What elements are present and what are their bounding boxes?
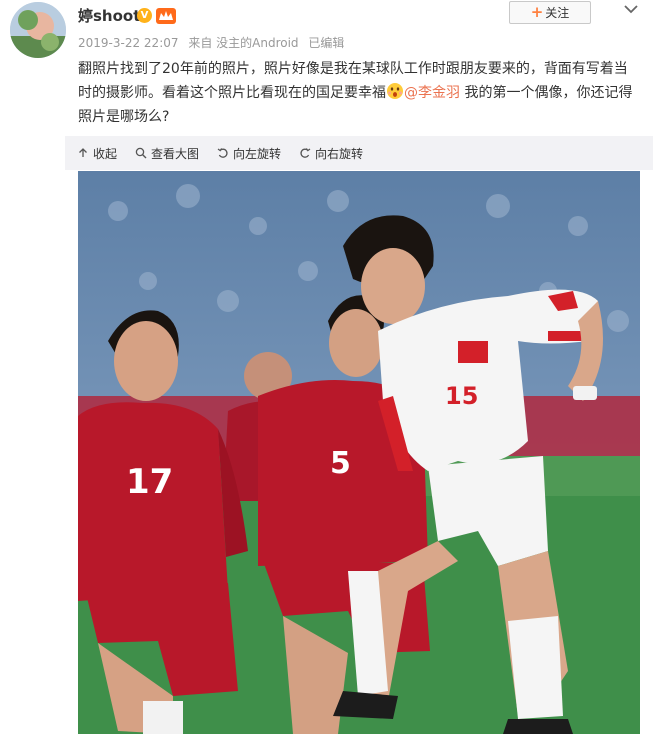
view-large-button[interactable]: 查看大图 <box>135 145 199 162</box>
rotate-left-button[interactable]: 向左旋转 <box>217 145 281 162</box>
verified-badge-icon[interactable]: V <box>137 8 152 23</box>
view-large-label: 查看大图 <box>151 146 200 161</box>
collapse-button[interactable]: 收起 <box>77 145 117 162</box>
username[interactable]: 婷shoot <box>78 5 140 26</box>
member-badge-icon[interactable] <box>156 8 176 24</box>
image-toolbar: 收起 查看大图 向左旋转 向右旋转 <box>65 136 653 170</box>
jersey-number-15: 15 <box>445 382 478 410</box>
rotate-right-label: 向右旋转 <box>315 146 364 161</box>
post-header: 婷shoot V 2019-3-22 22:07 来自 没主的Android 已… <box>0 0 653 58</box>
football-photo[interactable]: 17 5 15 <box>78 171 640 734</box>
rotate-left-icon <box>217 148 228 158</box>
rotate-right-icon <box>300 148 311 158</box>
post-date[interactable]: 2019-3-22 22:07 <box>78 36 179 50</box>
post-source[interactable]: 来自 没主的Android <box>188 36 298 50</box>
avatar-image <box>10 2 66 58</box>
rotate-left-label: 向左旋转 <box>233 146 282 161</box>
magnifier-icon <box>135 147 147 159</box>
post-meta: 2019-3-22 22:07 来自 没主的Android 已编辑 <box>78 34 350 51</box>
surprised-emoji-icon <box>387 83 403 99</box>
rotate-right-button[interactable]: 向右旋转 <box>299 145 363 162</box>
post-text: 翻照片找到了20年前的照片，照片好像是我在某球队工作时跟朋友要来的，背面有写着当… <box>78 57 640 129</box>
arrow-up-icon <box>79 148 87 157</box>
chevron-down-icon[interactable] <box>622 3 640 15</box>
jersey-number-5: 5 <box>330 446 351 481</box>
mention-link[interactable]: @李金羽 <box>404 85 460 101</box>
plus-icon: + <box>530 3 544 21</box>
edited-label[interactable]: 已编辑 <box>308 36 344 50</box>
follow-label: 关注 <box>545 6 570 20</box>
avatar[interactable] <box>10 2 66 58</box>
collapse-label: 收起 <box>93 146 118 161</box>
jersey-number-17: 17 <box>126 462 173 502</box>
follow-button[interactable]: + 关注 <box>509 1 591 24</box>
football-match-image: 17 5 15 <box>78 171 640 734</box>
